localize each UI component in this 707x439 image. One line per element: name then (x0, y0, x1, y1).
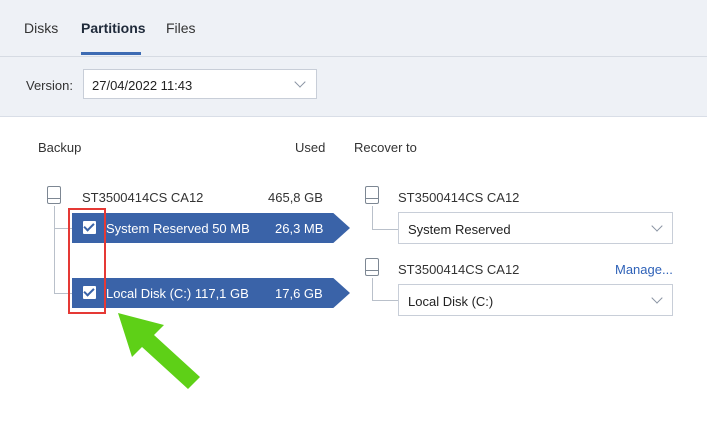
version-label: Version: (26, 78, 73, 93)
tree-line (54, 206, 55, 293)
tab-partitions[interactable]: Partitions (81, 20, 146, 36)
green-arrow-annotation-icon (118, 313, 200, 389)
hard-disk-icon (365, 258, 381, 278)
version-value: 27/04/2022 11:43 (92, 78, 193, 93)
source-disk-size: 465,8 GB (268, 190, 323, 205)
source-disk-name: ST3500414CS CA12 (82, 190, 204, 205)
chevron-down-icon (294, 76, 306, 88)
version-dropdown[interactable]: 27/04/2022 11:43 (83, 69, 317, 99)
tree-line (372, 278, 373, 300)
checkbox-highlight-box (68, 208, 106, 314)
hard-disk-icon (365, 186, 381, 206)
column-header-backup: Backup (38, 140, 82, 155)
target-partition-dropdown[interactable]: Local Disk (C:) (398, 284, 673, 316)
tab-files[interactable]: Files (166, 20, 196, 36)
active-tab-indicator (81, 52, 141, 55)
target-partition-value: Local Disk (C:) (408, 294, 494, 309)
partition-name: Local Disk (C:) 117,1 GB (106, 286, 249, 301)
partition-used: 26,3 MB (275, 221, 324, 236)
partition-row-system-reserved[interactable]: System Reserved 50 MB 26,3 MB (72, 213, 350, 243)
column-header-recover-to: Recover to (354, 140, 417, 155)
chevron-down-icon (651, 292, 663, 304)
tree-branch (372, 229, 398, 230)
target-disk-name: ST3500414CS CA12 (398, 262, 520, 277)
tab-bar: Disks Partitions Files (0, 0, 707, 57)
column-header-used: Used (295, 140, 326, 155)
partition-used: 17,6 GB (275, 286, 323, 301)
target-partition-value: System Reserved (408, 222, 511, 237)
tab-disks[interactable]: Disks (24, 20, 58, 36)
chevron-down-icon (651, 220, 663, 232)
target-disk-name: ST3500414CS CA12 (398, 190, 520, 205)
hard-disk-icon (47, 186, 63, 206)
partition-row-local-disk-c[interactable]: Local Disk (C:) 117,1 GB 17,6 GB (72, 278, 350, 308)
tree-line (372, 206, 373, 229)
partition-name: System Reserved 50 MB (106, 221, 250, 236)
top-panel: Disks Partitions Files Version: 27/04/20… (0, 0, 707, 117)
target-partition-dropdown[interactable]: System Reserved (398, 212, 673, 244)
tree-branch (372, 300, 398, 301)
manage-link[interactable]: Manage... (615, 262, 673, 277)
